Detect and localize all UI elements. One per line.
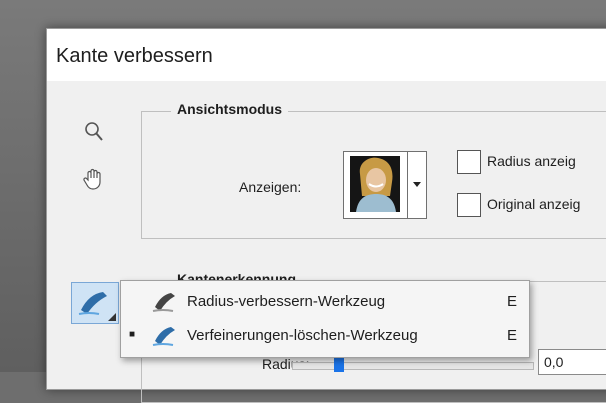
refine-radius-tool-button[interactable] <box>71 282 119 324</box>
title-bar: Kante verbessern <box>47 29 606 81</box>
view-mode-legend: Ansichtsmodus <box>171 101 289 117</box>
hand-icon[interactable] <box>81 166 107 192</box>
selected-bullet: ■ <box>129 329 136 340</box>
show-label: Anzeigen: <box>239 179 302 195</box>
view-preview-thumbnail <box>350 156 400 212</box>
radius-slider-thumb[interactable] <box>334 356 344 372</box>
show-radius-label: Radius anzeig <box>487 153 576 169</box>
menu-item-shortcut: E <box>507 293 518 310</box>
erase-refinements-icon <box>151 323 179 349</box>
menu-item-label: Verfeinerungen-löschen-Werkzeug <box>187 327 418 344</box>
menu-item-label: Radius-verbessern-Werkzeug <box>187 293 386 310</box>
zoom-icon[interactable] <box>81 119 107 145</box>
show-radius-checkbox[interactable] <box>457 150 481 174</box>
dialog-title: Kante verbessern <box>56 45 213 67</box>
show-original-label: Original anzeig <box>487 196 581 212</box>
radius-value: 0,0 <box>544 354 564 370</box>
menu-item-shortcut: E <box>507 327 518 344</box>
view-mode-dropdown[interactable] <box>343 151 427 219</box>
radius-input[interactable]: 0,0 <box>538 349 606 375</box>
menu-item-erase-refinements[interactable]: ■ Verfeinerungen-löschen-Werkzeug E <box>121 319 529 353</box>
menu-item-refine-radius[interactable]: Radius-verbessern-Werkzeug E <box>121 285 529 319</box>
chevron-down-icon[interactable] <box>407 152 426 218</box>
radius-slider-track[interactable] <box>292 362 534 370</box>
refine-radius-icon <box>151 289 179 315</box>
tool-flyout-menu: Radius-verbessern-Werkzeug E ■ Verfeiner… <box>120 280 530 358</box>
show-original-checkbox[interactable] <box>457 193 481 217</box>
